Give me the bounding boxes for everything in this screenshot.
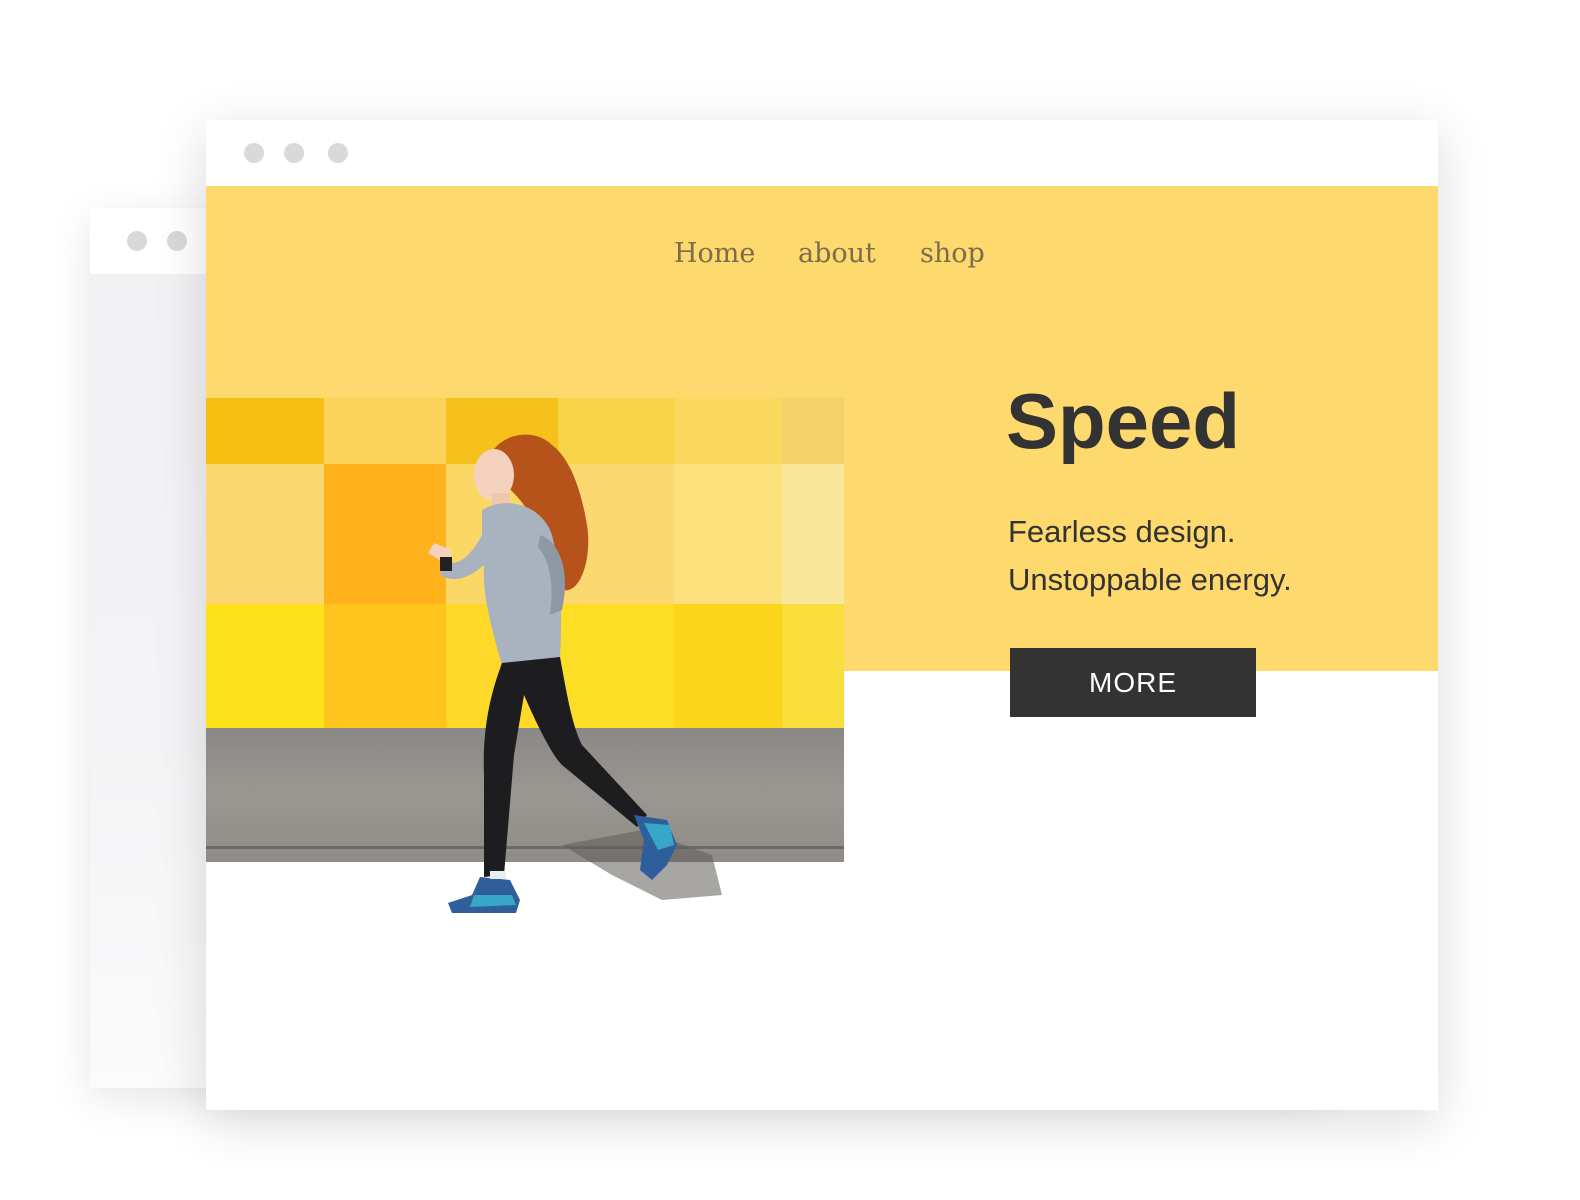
front-window-titlebar — [206, 120, 1438, 186]
front-browser-window: Home about shop Speed Fearless design. U… — [206, 120, 1438, 1110]
window-dot-icon — [167, 231, 187, 251]
window-dot-icon[interactable] — [328, 143, 348, 163]
window-dot-icon — [127, 231, 147, 251]
window-dot-icon[interactable] — [244, 143, 264, 163]
hero-headline: Speed — [1006, 377, 1241, 465]
mockup-stage: Home about shop Speed Fearless design. U… — [0, 0, 1580, 1200]
hero-tagline-line2: Unstoppable energy. — [1008, 562, 1292, 597]
hero-tagline-line1: Fearless design. — [1008, 514, 1236, 549]
nav-item-home[interactable]: Home — [674, 238, 755, 269]
nav-item-about[interactable]: about — [798, 238, 876, 269]
runner-figure — [428, 434, 722, 913]
nav-item-shop[interactable]: shop — [920, 238, 985, 269]
window-dot-icon[interactable] — [284, 143, 304, 163]
more-button[interactable]: MORE — [1010, 648, 1256, 717]
